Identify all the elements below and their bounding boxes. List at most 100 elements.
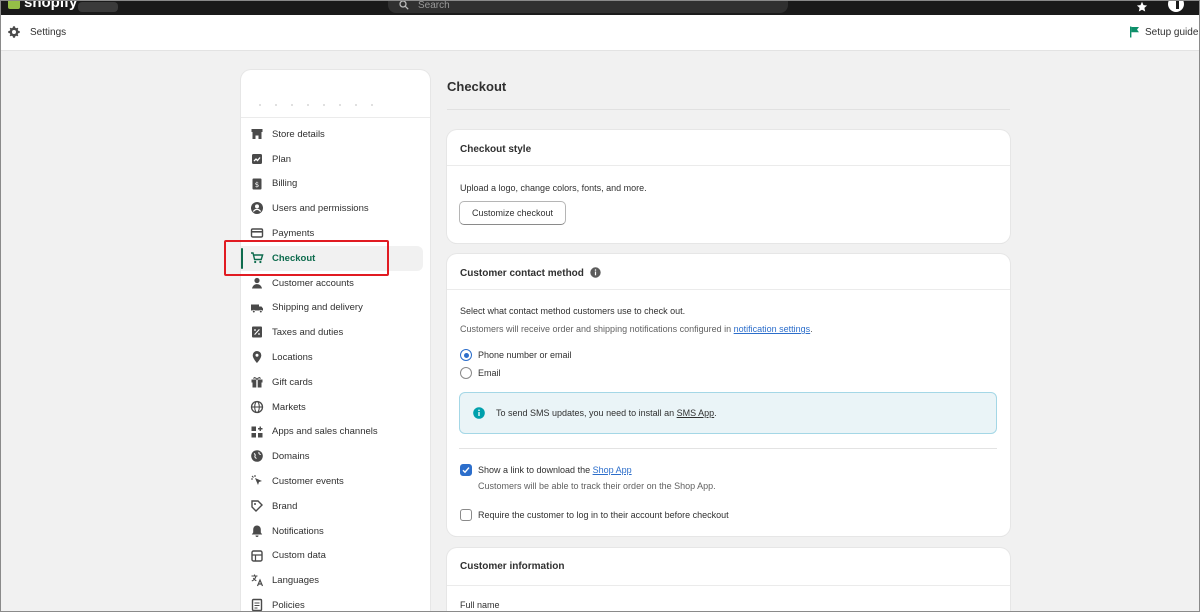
require-login-checkbox[interactable] — [460, 509, 472, 521]
sidebar-item-taxes[interactable]: Taxes and duties — [241, 320, 430, 345]
billing-icon: $ — [252, 178, 262, 190]
radio-phone-or-email[interactable] — [460, 349, 472, 361]
payments-icon — [250, 228, 264, 238]
avatar[interactable] — [1166, 0, 1186, 14]
sidebar-item-policies[interactable]: Policies — [241, 593, 430, 612]
section-divider — [459, 448, 997, 449]
sidebar-item-domains[interactable]: Domains — [241, 444, 430, 469]
sidebar-item-custom-data[interactable]: Custom data — [241, 544, 430, 569]
radio-email-label: Email — [478, 368, 501, 378]
sms-app-link[interactable]: SMS App — [677, 408, 715, 418]
sidebar-item-languages[interactable]: Languages — [241, 568, 430, 593]
banner-prefix: To send SMS updates, you need to install… — [496, 408, 677, 418]
store-switcher[interactable] — [78, 2, 118, 12]
sidebar-item-label: Brand — [272, 500, 298, 512]
star-icon[interactable] — [1136, 1, 1148, 13]
sidebar-item-label: Users and permissions — [272, 203, 369, 215]
sidebar-item-label: Markets — [272, 401, 306, 413]
svg-text:$: $ — [255, 181, 259, 189]
sidebar-item-label: Plan — [272, 153, 292, 165]
gift-icon — [251, 377, 263, 388]
checkout-style-heading: Checkout style — [447, 130, 1010, 166]
checkmark-icon — [462, 467, 470, 474]
shopify-bag-icon — [8, 0, 20, 9]
radio-email[interactable] — [460, 367, 472, 379]
apps-icon — [251, 426, 263, 438]
shop-app-prefix: Show a link to download the — [478, 465, 593, 475]
bell-icon — [251, 525, 263, 537]
domain-globe-icon — [251, 450, 263, 463]
sidebar-item-label: Customer accounts — [272, 277, 354, 289]
sidebar-item-billing[interactable]: $ Billing — [241, 172, 430, 197]
contact-method-heading: Customer contact method — [460, 268, 584, 279]
brand-name: shopify — [24, 0, 78, 11]
shop-app-link[interactable]: Shop App — [593, 465, 632, 475]
sidebar-item-notifications[interactable]: Notifications — [241, 519, 430, 544]
customize-checkout-button[interactable]: Customize checkout — [459, 201, 566, 225]
truck-icon — [251, 304, 263, 313]
sidebar-item-brand[interactable]: Brand — [241, 494, 430, 519]
globe-icon — [250, 400, 264, 413]
shop-app-label: Show a link to download the Shop App — [478, 465, 632, 475]
settings-sidebar: Store details Plan $ Billing Users and p… — [241, 70, 430, 612]
policy-icon — [251, 598, 263, 612]
search-input[interactable]: Search — [388, 0, 788, 13]
sidebar-item-label: Shipping and delivery — [272, 302, 363, 314]
sidebar-item-apps[interactable]: Apps and sales channels — [241, 420, 430, 445]
settings-header: Settings Setup guide — [0, 15, 1200, 51]
store-icon — [251, 129, 263, 139]
flag-icon — [1130, 26, 1139, 38]
user-circle-icon — [251, 202, 263, 215]
banner-suffix: . — [714, 408, 717, 418]
note-prefix: Customers will receive order and shippin… — [460, 324, 734, 334]
sidebar-item-label: Domains — [272, 451, 310, 463]
sidebar-item-label: Gift cards — [272, 376, 313, 388]
notification-settings-link[interactable]: notification settings — [734, 324, 811, 334]
sidebar-item-gift-cards[interactable]: Gift cards — [241, 370, 430, 395]
contact-method-note: Customers will receive order and shippin… — [460, 324, 813, 334]
sidebar-item-users[interactable]: Users and permissions — [241, 196, 430, 221]
sidebar-item-shipping[interactable]: Shipping and delivery — [241, 296, 430, 321]
sidebar-item-markets[interactable]: Markets — [241, 395, 430, 420]
sidebar-item-label: Locations — [272, 352, 313, 364]
info-icon[interactable] — [590, 267, 601, 278]
sms-info-banner: To send SMS updates, you need to install… — [459, 392, 997, 434]
plan-icon — [252, 153, 262, 164]
sidebar-item-locations[interactable]: Locations — [241, 345, 430, 370]
setup-guide-button[interactable]: Setup guide — [1129, 26, 1198, 38]
database-icon — [251, 549, 263, 562]
person-icon — [252, 277, 262, 289]
sidebar-item-store-details[interactable]: Store details — [241, 122, 430, 147]
contact-method-header: Customer contact method — [447, 254, 1010, 290]
sidebar-item-label: Payments — [272, 228, 315, 240]
location-pin-icon — [252, 351, 262, 364]
percent-icon — [252, 326, 262, 338]
sidebar-item-label: Languages — [272, 575, 320, 587]
sms-banner-text: To send SMS updates, you need to install… — [496, 408, 717, 418]
page-title: Settings — [30, 27, 67, 38]
store-info-placeholder — [259, 104, 373, 106]
title-divider — [447, 109, 1010, 110]
checkout-page-title: Checkout — [447, 79, 507, 94]
brand-logo[interactable]: shopify — [8, 0, 77, 11]
brand-icon — [251, 500, 263, 512]
info-circle-icon — [473, 407, 485, 419]
sidebar-item-plan[interactable]: Plan — [241, 147, 430, 172]
sidebar-item-label: Apps and sales channels — [272, 426, 378, 438]
admin-topbar: shopify Search — [0, 0, 1200, 15]
sidebar-item-customer-events[interactable]: Customer events — [241, 469, 430, 494]
sidebar-item-label: Customer events — [272, 476, 344, 488]
translate-icon — [251, 574, 264, 587]
sidebar-item-label: Billing — [272, 178, 298, 190]
checkout-style-description: Upload a logo, change colors, fonts, and… — [460, 183, 647, 193]
sidebar-item-label: Store details — [272, 128, 325, 140]
shop-app-checkbox[interactable] — [460, 464, 472, 476]
note-suffix: . — [810, 324, 813, 334]
sidebar-item-label: Custom data — [272, 550, 326, 562]
store-info[interactable] — [241, 70, 430, 118]
contact-method-description: Select what contact method customers use… — [460, 306, 686, 316]
setup-guide-label: Setup guide — [1145, 26, 1199, 38]
sidebar-item-label: Notifications — [272, 525, 324, 537]
customer-information-heading: Customer information — [447, 548, 1010, 586]
contact-method-card: Customer contact method Select what cont… — [447, 254, 1010, 536]
